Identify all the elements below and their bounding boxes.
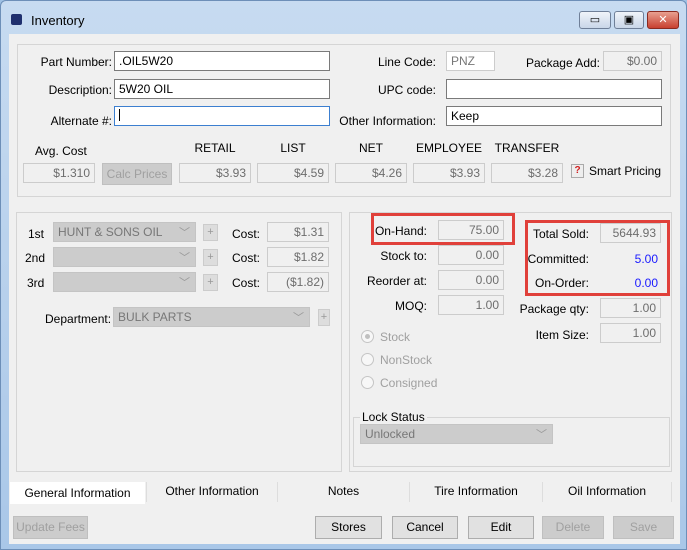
net-header: NET [359,141,383,155]
avg-cost-label: Avg. Cost [35,144,87,158]
nonstock-radio[interactable]: NonStock [361,353,432,367]
add-vendor-3-button[interactable]: + [203,274,218,291]
edit-button[interactable]: Edit [468,516,534,539]
reorder-at-label: Reorder at: [366,274,427,288]
radio-icon [361,353,374,366]
inventory-window: Inventory ▭ ▣ ✕ Part Number: .OIL5W20 De… [0,0,687,550]
radio-icon [361,376,374,389]
chevron-down-icon: ﹀ [536,429,547,441]
package-qty-input: 1.00 [600,298,661,318]
alternate-label: Alternate #: [50,114,112,128]
other-info-label: Other Information: [339,114,436,128]
lock-status-select[interactable]: Unlocked ﹀ [360,424,553,444]
client-area: Part Number: .OIL5W20 Description: 5W20 … [9,34,680,544]
minimize-button[interactable]: ▭ [579,11,611,29]
close-button[interactable]: ✕ [647,11,679,29]
consigned-radio[interactable]: Consigned [361,376,437,390]
package-add-label: Package Add: [525,56,600,70]
add-vendor-2-button[interactable]: + [203,249,218,266]
moq-label: MOQ: [395,299,427,313]
avg-cost-input: $1.310 [23,163,95,183]
delete-button[interactable]: Delete [542,516,604,539]
cost-2-label: Cost: [232,251,261,265]
transfer-input: $3.28 [491,163,563,183]
cost-3-label: Cost: [232,276,261,290]
part-number-input[interactable]: .OIL5W20 [114,51,330,71]
update-fees-button[interactable]: Update Fees [13,516,88,539]
maximize-button[interactable]: ▣ [614,11,644,29]
text-cursor [119,109,120,121]
radio-checked-icon [361,330,374,343]
stock-to-input: 0.00 [438,245,504,265]
tab-notes[interactable]: Notes [277,482,409,502]
item-size-label: Item Size: [535,328,589,342]
cost-1-input: $1.31 [267,222,329,242]
vendor-1-label: 1st [28,227,45,241]
stock-to-label: Stock to: [380,249,427,263]
stock-radio[interactable]: Stock [361,330,410,344]
save-button[interactable]: Save [613,516,674,539]
cost-3-input: ($1.82) [267,272,329,292]
employee-input: $3.93 [413,163,485,183]
vendor-2-label: 2nd [25,251,46,265]
on-hand-highlight [371,213,515,245]
vendor-3-select[interactable]: ﹀ [53,272,196,292]
description-label: Description: [48,83,112,97]
item-size-input: 1.00 [600,323,661,343]
line-code-label: Line Code: [377,55,436,69]
vendor-2-select[interactable]: ﹀ [53,247,196,267]
help-icon[interactable]: ? [571,164,584,178]
package-qty-label: Package qty: [519,302,589,316]
net-input: $4.26 [335,163,407,183]
upc-label: UPC code: [377,83,436,97]
department-select[interactable]: BULK PARTS ﹀ [113,307,310,327]
chevron-down-icon: ﹀ [179,277,190,289]
upc-input[interactable] [446,79,662,99]
cube-icon [11,14,22,25]
vendor-3-label: 3rd [27,276,45,290]
list-input: $4.59 [257,163,329,183]
add-department-button[interactable]: + [318,309,330,326]
calc-prices-button[interactable]: Calc Prices [102,163,172,185]
cost-2-input: $1.82 [267,247,329,267]
cost-1-label: Cost: [232,227,261,241]
package-add-input: $0.00 [603,51,662,71]
employee-header: EMPLOYEE [415,141,483,155]
list-header: LIST [280,141,306,155]
description-input[interactable]: 5W20 OIL [114,79,330,99]
department-label: Department: [45,312,112,326]
moq-input: 1.00 [438,295,504,315]
cancel-button[interactable]: Cancel [392,516,458,539]
transfer-header: TRANSFER [494,141,560,155]
lock-status-label: Lock Status [360,410,427,424]
vendor-1-select[interactable]: HUNT & SONS OIL ﹀ [53,222,196,242]
add-vendor-1-button[interactable]: + [203,224,218,241]
tab-tire-information[interactable]: Tire Information [409,482,542,502]
stores-button[interactable]: Stores [315,516,382,539]
tab-other-information[interactable]: Other Information [146,482,277,502]
retail-input: $3.93 [179,163,251,183]
tab-general-information[interactable]: General Information [10,482,145,504]
smart-pricing-label: Smart Pricing [589,164,662,178]
committed-highlight [525,220,670,296]
other-info-input[interactable]: Keep [446,106,662,126]
reorder-at-input: 0.00 [438,270,504,290]
part-number-label: Part Number: [40,55,112,69]
line-code-input[interactable]: PNZ [446,51,495,71]
retail-header: RETAIL [194,141,236,155]
chevron-down-icon: ﹀ [293,312,304,324]
chevron-down-icon: ﹀ [179,227,190,239]
chevron-down-icon: ﹀ [179,252,190,264]
window-title: Inventory [31,13,85,28]
alternate-input[interactable] [114,106,330,126]
tab-oil-information[interactable]: Oil Information [542,482,672,502]
